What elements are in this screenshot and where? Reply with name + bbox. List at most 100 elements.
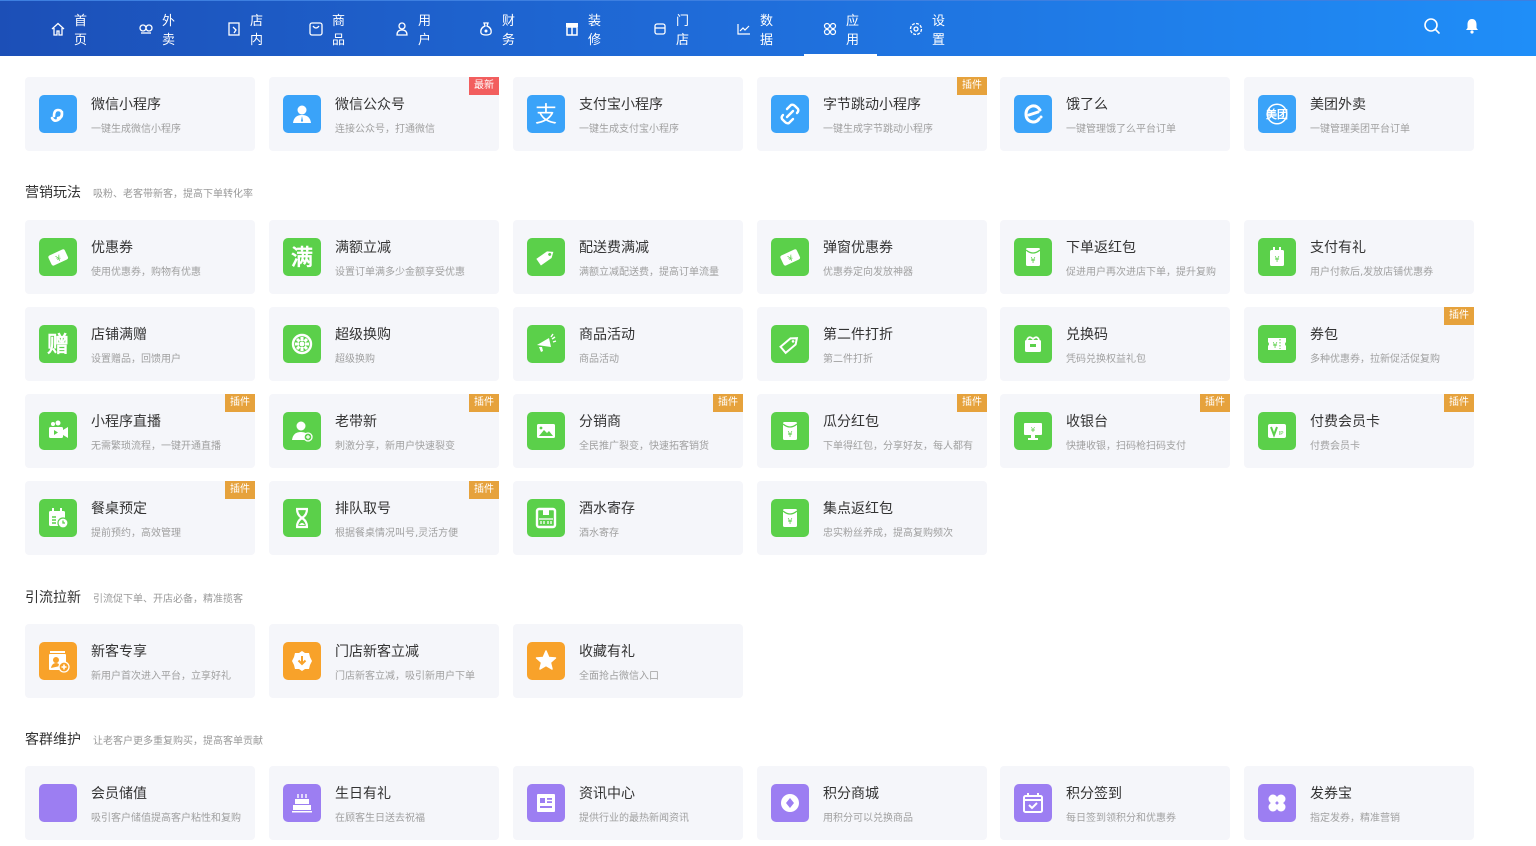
- app-description: 满额立减配送费，提高订单流量: [579, 267, 719, 278]
- app-card[interactable]: 发券宝 指定发券，精准营销: [1244, 766, 1474, 840]
- full-reduction-icon: 满: [283, 238, 321, 276]
- app-card[interactable]: ¥ 下单返红包 促进用户再次进店下单，提升复购: [1000, 220, 1230, 294]
- app-card[interactable]: ¥ 弹窗优惠券 优惠券定向发放神器: [757, 220, 987, 294]
- app-name: 优惠券: [91, 240, 133, 256]
- section-title: 引流拉新: [25, 590, 81, 606]
- section-title: 营销玩法: [25, 185, 81, 201]
- svg-text:IP: IP: [1279, 431, 1285, 437]
- svg-text:支: 支: [535, 103, 557, 127]
- app-description: 一键生成支付宝小程序: [579, 124, 679, 135]
- app-name: 发券宝: [1310, 786, 1352, 802]
- app-card[interactable]: 微信公众号 连接公众号，打通微信 最新: [269, 77, 499, 151]
- app-card[interactable]: 积分商城 用积分可以兑换商品: [757, 766, 987, 840]
- app-card[interactable]: 支 支付宝小程序 一键生成支付宝小程序: [513, 77, 743, 151]
- app-card[interactable]: 老带新 刺激分享，新用户快速裂变 插件: [269, 394, 499, 468]
- app-description: 提前预约，高效管理: [91, 528, 181, 539]
- bytedance-icon: [771, 95, 809, 133]
- hourglass-icon: [283, 499, 321, 537]
- section-header: 客群维护 让老客户更多重复购买，提高客单贡献: [25, 729, 263, 749]
- app-name: 酒水寄存: [579, 501, 635, 517]
- app-card[interactable]: ¥ 瓜分红包 下单得红包，分享好友，每人都有 插件: [757, 394, 987, 468]
- app-card[interactable]: 满 满额立减 设置订单满多少金额享受优惠: [269, 220, 499, 294]
- dine-in-icon: [226, 21, 242, 37]
- nav-item-0[interactable]: 首页: [50, 1, 87, 57]
- app-card[interactable]: 饿了么 一键管理饿了么平台订单: [1000, 77, 1230, 151]
- app-card[interactable]: 餐桌预定 提前预约，高效管理 插件: [25, 481, 255, 555]
- nav-item-4[interactable]: 用户: [394, 1, 431, 57]
- app-card[interactable]: ¥ 优惠券 使用优惠券，购物有优惠: [25, 220, 255, 294]
- app-card[interactable]: IP 付费会员卡 付费会员卡 插件: [1244, 394, 1474, 468]
- nav-item-10[interactable]: 设置: [908, 1, 945, 57]
- search-icon[interactable]: [1423, 17, 1441, 35]
- app-name: 美团外卖: [1310, 97, 1366, 113]
- app-card[interactable]: 赠 店铺满赠 设置赠品，回馈用户: [25, 307, 255, 381]
- app-name: 积分商城: [823, 786, 879, 802]
- section-header: 营销玩法 吸粉、老客带新客，提高下单转化率: [25, 182, 253, 202]
- app-card[interactable]: 会员储值 吸引客户储值提高客户粘性和复购: [25, 766, 255, 840]
- money-bag-icon: [478, 21, 494, 37]
- app-card[interactable]: 兑换码 凭码兑换权益礼包: [1000, 307, 1230, 381]
- referral-icon: [283, 412, 321, 450]
- plugin-badge: 插件: [1444, 394, 1474, 412]
- app-card[interactable]: 小程序直播 无需繁琐流程，一键开通直播 插件: [25, 394, 255, 468]
- app-card[interactable]: 排队取号 根据餐桌情况叫号,灵活方便 插件: [269, 481, 499, 555]
- user-icon: [394, 21, 410, 37]
- nav-item-9[interactable]: 应用: [803, 1, 878, 57]
- red-packet-icon: ¥: [771, 412, 809, 450]
- plugin-badge: 插件: [1444, 307, 1474, 325]
- bell-icon[interactable]: [1463, 17, 1481, 35]
- app-card[interactable]: 收藏有礼 全面抢占微信入口: [513, 624, 743, 698]
- app-description: 付费会员卡: [1310, 441, 1360, 452]
- app-card[interactable]: 配送费满减满额立减配送费，提高订单流量: [513, 220, 743, 294]
- app-card[interactable]: 字节跳动小程序 一键生成字节跳动小程序 插件: [757, 77, 987, 151]
- app-card[interactable]: 新客专享 新用户首次进入平台，立享好礼: [25, 624, 255, 698]
- app-card[interactable]: 资讯中心 提供行业的最热新闻资讯: [513, 766, 743, 840]
- nav-item-label: 用户: [418, 14, 432, 48]
- app-card[interactable]: ¥ 支付有礼 用户付款后,发放店铺优惠券: [1244, 220, 1474, 294]
- nav-item-1[interactable]: 外卖: [138, 1, 175, 57]
- nav-item-6[interactable]: 装修: [564, 1, 601, 57]
- app-card[interactable]: 分销商 全民推广裂变，快速拓客销货 插件: [513, 394, 743, 468]
- app-card[interactable]: 超级换购 超级换购: [269, 307, 499, 381]
- app-description: 超级换购: [335, 354, 375, 365]
- nav-item-7[interactable]: 门店: [652, 1, 689, 57]
- app-name: 饿了么: [1066, 97, 1108, 113]
- app-description: 设置订单满多少金额享受优惠: [335, 267, 465, 278]
- app-name: 兑换码: [1066, 327, 1108, 343]
- nav-item-label: 门店: [676, 14, 690, 48]
- app-description: 一键生成微信小程序: [91, 124, 181, 135]
- app-description: 多种优惠券，拉新促活促复购: [1310, 354, 1440, 365]
- app-card[interactable]: 第二件打折 第二件打折: [757, 307, 987, 381]
- app-description: 优惠券定向发放神器: [823, 267, 913, 278]
- app-description: 提供行业的最热新闻资讯: [579, 813, 689, 824]
- new-customer-icon: [39, 642, 77, 680]
- app-name: 门店新客立减: [335, 644, 419, 660]
- svg-text:赠: 赠: [47, 332, 69, 357]
- app-name: 配送费满减: [579, 240, 649, 256]
- app-name: 排队取号: [335, 501, 391, 517]
- app-card[interactable]: 微信小程序 一键生成微信小程序: [25, 77, 255, 151]
- svg-text:¥: ¥: [1030, 256, 1035, 265]
- app-card[interactable]: 生日有礼 在顾客生日送去祝福: [269, 766, 499, 840]
- storage-icon: [527, 499, 565, 537]
- app-card[interactable]: ¥ 集点返红包 忠实粉丝养成，提高复购频次: [757, 481, 987, 555]
- section-header: 引流拉新 引流促下单、开店必备，精准揽客: [25, 587, 243, 607]
- svg-text:美团: 美团: [1266, 107, 1288, 121]
- nav-item-3[interactable]: 商品: [308, 1, 345, 57]
- app-name: 会员储值: [91, 786, 147, 802]
- app-name: 积分签到: [1066, 786, 1122, 802]
- nav-item-5[interactable]: 财务: [478, 1, 515, 57]
- app-card[interactable]: 商品活动 商品活动: [513, 307, 743, 381]
- app-name: 瓜分红包: [823, 414, 879, 430]
- app-card[interactable]: 积分签到 每日签到领积分和优惠券: [1000, 766, 1230, 840]
- app-name: 第二件打折: [823, 327, 893, 343]
- nav-item-8[interactable]: 数据: [736, 1, 773, 57]
- app-card[interactable]: 酒水寄存 酒水寄存: [513, 481, 743, 555]
- discount-tag-icon: [771, 325, 809, 363]
- app-card[interactable]: ¥ 券包 多种优惠券，拉新促活促复购 插件: [1244, 307, 1474, 381]
- svg-text:¥: ¥: [787, 517, 792, 526]
- app-card[interactable]: 门店新客立减 门店新客立减，吸引新用户下单: [269, 624, 499, 698]
- app-card[interactable]: ¥ 收银台 快捷收银，扫码枪扫码支付 插件: [1000, 394, 1230, 468]
- app-card[interactable]: 美团 美团外卖 一键管理美团平台订单: [1244, 77, 1474, 151]
- nav-item-2[interactable]: 店内: [226, 1, 263, 57]
